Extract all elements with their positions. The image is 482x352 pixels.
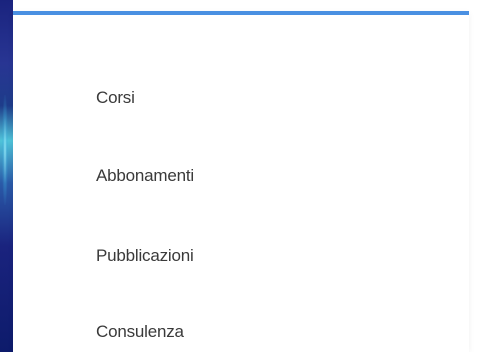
page: Corsi Abbonamenti Pubblicazioni Consulen…: [0, 0, 482, 352]
dropdown-menu-panel: Corsi Abbonamenti Pubblicazioni Consulen…: [13, 11, 469, 352]
menu-item-abbonamenti[interactable]: Abbonamenti: [96, 166, 194, 186]
menu-item-consulenza[interactable]: Consulenza: [96, 322, 184, 342]
menu-item-pubblicazioni[interactable]: Pubblicazioni: [96, 246, 194, 266]
menu-item-corsi[interactable]: Corsi: [96, 88, 135, 108]
background-image-strip: [0, 0, 13, 352]
